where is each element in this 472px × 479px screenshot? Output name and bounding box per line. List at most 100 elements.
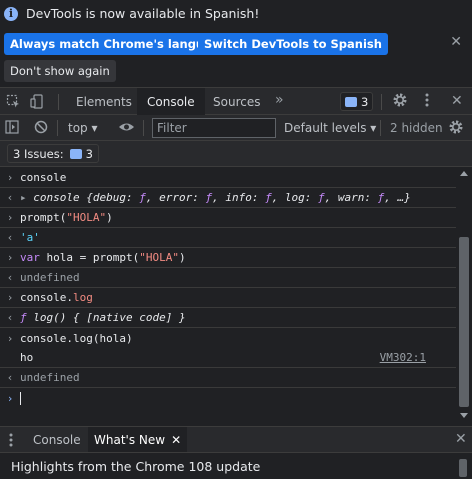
drawer-tab-console[interactable]: Console bbox=[27, 427, 87, 452]
console-prompt-line[interactable]: › bbox=[0, 388, 456, 408]
drawer-menu-icon[interactable] bbox=[8, 432, 14, 452]
infobar-message: DevTools is now available in Spanish! bbox=[26, 6, 260, 21]
prompt-chevron-icon: › bbox=[6, 391, 14, 405]
object-prop: , info: bbox=[212, 191, 266, 204]
object-prop: , log: bbox=[271, 191, 319, 204]
input-prompt-icon: › bbox=[6, 251, 14, 264]
whats-new-headline: Highlights from the Chrome 108 update bbox=[11, 459, 261, 474]
console-input-line: › console bbox=[0, 168, 456, 188]
log-levels-label: Default levels bbox=[284, 121, 367, 135]
console-text: 'a' bbox=[20, 231, 40, 244]
console-text: ho bbox=[20, 351, 34, 364]
function-glyph: ƒ bbox=[318, 191, 325, 204]
tabbar-separator bbox=[58, 94, 59, 110]
object-name: console bbox=[33, 191, 80, 204]
issues-row: 3 Issues: 3 bbox=[0, 141, 472, 167]
message-icon bbox=[69, 148, 82, 159]
clear-console-icon[interactable] bbox=[34, 120, 48, 138]
sidebar-toggle-icon[interactable] bbox=[5, 120, 19, 138]
toolbar-separator bbox=[380, 120, 381, 136]
issues-label: 3 Issues: bbox=[13, 146, 64, 161]
function-glyph: ƒ bbox=[139, 191, 146, 204]
scroll-up-arrow-icon[interactable] bbox=[460, 171, 468, 176]
console-text: undefined bbox=[20, 271, 80, 284]
tab-console[interactable]: Console bbox=[137, 88, 205, 115]
console-input-line: › console.log bbox=[0, 288, 456, 308]
console-input-line: › var hola = prompt("HOLA") bbox=[0, 248, 456, 268]
text-caret bbox=[20, 391, 21, 405]
log-levels-dropdown[interactable]: Default levels ▾ bbox=[284, 121, 376, 135]
context-selector[interactable]: top ▾ bbox=[68, 121, 98, 135]
live-expression-eye-icon[interactable] bbox=[118, 120, 135, 138]
expand-triangle-icon[interactable]: ▸ bbox=[20, 191, 33, 204]
console-text: console.log bbox=[20, 291, 93, 304]
console-text: var hola = prompt("HOLA") bbox=[20, 251, 186, 264]
devtools-tabbar: Elements Console Sources » 3 ✕ bbox=[0, 87, 472, 115]
input-prompt-icon: › bbox=[6, 291, 14, 304]
console-input-line: › prompt("HOLA") bbox=[0, 208, 456, 228]
console-result-line: ‹ ƒ log() { [native code] } bbox=[0, 308, 456, 328]
kebab-menu-icon[interactable] bbox=[424, 92, 430, 112]
infobar-close-icon[interactable]: ✕ bbox=[450, 34, 462, 50]
input-prompt-icon: › bbox=[6, 211, 14, 224]
console-text: undefined bbox=[20, 371, 80, 384]
info-icon: i bbox=[4, 6, 18, 21]
language-infobar: i DevTools is now available in Spanish! … bbox=[0, 0, 472, 87]
chevron-down-icon: ▾ bbox=[370, 121, 377, 135]
object-prop: , warn: bbox=[324, 191, 378, 204]
object-prop: , error: bbox=[145, 191, 206, 204]
message-icon bbox=[345, 96, 357, 107]
result-arrow-icon: ‹ bbox=[6, 371, 14, 384]
result-arrow-icon: ‹ bbox=[6, 311, 14, 324]
context-value: top bbox=[68, 121, 88, 135]
close-drawer-icon[interactable]: ✕ bbox=[455, 431, 467, 447]
chevron-down-icon: ▾ bbox=[91, 121, 98, 135]
switch-to-spanish-button[interactable]: Switch DevTools to Spanish bbox=[198, 33, 388, 55]
console-log-line: ho VM302:1 bbox=[0, 348, 456, 368]
console-text: prompt("HOLA") bbox=[20, 211, 113, 224]
console-result-line: ‹ 'a' bbox=[0, 228, 456, 248]
console-output[interactable]: › console ‹ ▸ console {debug: ƒ, error: … bbox=[0, 167, 456, 423]
scroll-down-arrow-icon[interactable] bbox=[460, 413, 468, 418]
settings-gear-icon[interactable] bbox=[392, 92, 408, 112]
scrollbar-thumb[interactable] bbox=[459, 237, 469, 407]
console-text: console bbox=[20, 171, 67, 184]
issues-count: 3 bbox=[85, 146, 93, 161]
drawer-tab-whats-new[interactable]: What's New ✕ bbox=[88, 427, 188, 452]
inspect-element-icon[interactable] bbox=[6, 94, 21, 113]
function-glyph: ƒ bbox=[265, 191, 272, 204]
whats-new-panel: Highlights from the Chrome 108 update bbox=[0, 453, 472, 479]
console-settings-gear-icon[interactable] bbox=[448, 119, 464, 139]
object-prop: , …} bbox=[384, 191, 411, 204]
result-arrow-icon: ‹ bbox=[6, 191, 14, 204]
tabbar-separator bbox=[381, 94, 382, 110]
drawer-tab-label: What's New bbox=[94, 432, 166, 447]
infobar-message-row: i DevTools is now available in Spanish! bbox=[4, 6, 259, 21]
drawer-scrollbar-thumb[interactable] bbox=[459, 459, 467, 477]
close-devtools-icon[interactable]: ✕ bbox=[451, 93, 463, 109]
issues-counter-value: 3 bbox=[361, 94, 369, 109]
toolbar-separator bbox=[57, 120, 58, 136]
console-scrollbar[interactable] bbox=[456, 167, 472, 423]
dont-show-again-button[interactable]: Don't show again bbox=[4, 60, 116, 82]
toolbar-separator bbox=[143, 120, 144, 136]
source-link[interactable]: VM302:1 bbox=[380, 351, 426, 364]
more-tabs-icon[interactable]: » bbox=[275, 92, 284, 108]
tab-elements[interactable]: Elements bbox=[66, 88, 142, 115]
hidden-messages-count: 2 hidden bbox=[390, 121, 443, 135]
input-prompt-icon: › bbox=[6, 331, 14, 345]
console-result-line[interactable]: ‹ ▸ console {debug: ƒ, error: ƒ, info: ƒ… bbox=[0, 188, 456, 208]
console-result-line: ‹ undefined bbox=[0, 368, 456, 388]
console-filter-input[interactable] bbox=[152, 118, 276, 138]
result-arrow-icon: ‹ bbox=[6, 231, 14, 244]
object-prop: {debug: bbox=[86, 191, 140, 204]
issues-counter-button[interactable]: 3 bbox=[340, 92, 374, 111]
device-toolbar-icon[interactable] bbox=[30, 94, 45, 113]
console-text: ƒ log() { [native code] } bbox=[20, 311, 186, 324]
close-tab-icon[interactable]: ✕ bbox=[171, 433, 181, 447]
issues-button[interactable]: 3 Issues: 3 bbox=[7, 144, 99, 163]
console-result-line: ‹ undefined bbox=[0, 268, 456, 288]
object-preview[interactable]: ▸ console {debug: ƒ, error: ƒ, info: ƒ, … bbox=[20, 191, 411, 204]
tab-sources[interactable]: Sources bbox=[203, 88, 270, 115]
input-prompt-icon: › bbox=[6, 171, 14, 184]
